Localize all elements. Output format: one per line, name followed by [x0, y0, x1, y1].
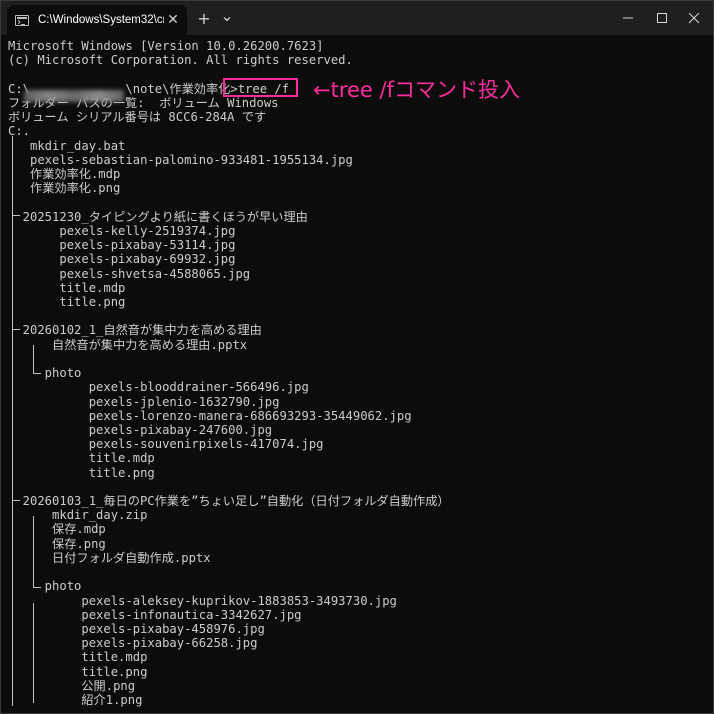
title-bar[interactable]: C:\Windows\System32\cmd.e ✕ + ⌄ — [1, 1, 713, 35]
plus-icon[interactable]: + — [193, 8, 215, 30]
terminal-line: 作業効率化.mdp — [8, 166, 121, 181]
terminal-line: pexels-infonautica-3342627.jpg — [8, 607, 302, 622]
terminal-line: 保存.png — [8, 536, 106, 551]
terminal-line: pexels-jplenio-1632790.jpg — [8, 394, 280, 409]
terminal-window: C:\Windows\System32\cmd.e ✕ + ⌄ Microsof… — [0, 0, 714, 714]
terminal-line: pexels-pixabay-66258.jpg — [8, 636, 258, 651]
terminal-line: 20260102_1_自然音が集中力を高める理由 — [8, 323, 262, 338]
terminal-line: 20260103_1_毎日のPC作業を”ちょい足し”自動化（日付フォルダ自動作成… — [8, 494, 450, 509]
close-icon[interactable]: ✕ — [165, 12, 181, 28]
terminal-line: C:. — [8, 124, 31, 139]
annotation-text: ←tree /fコマンド投入 — [313, 78, 520, 102]
terminal-line: title.mdp — [8, 280, 126, 295]
tab-cmd[interactable]: C:\Windows\System32\cmd.e ✕ — [7, 5, 187, 35]
terminal-line: 作業効率化.png — [8, 181, 121, 196]
terminal-line: photo — [8, 579, 82, 594]
command-highlight-box — [223, 78, 298, 97]
terminal-icon — [15, 14, 29, 26]
window-close-icon[interactable] — [673, 1, 713, 35]
terminal-line: pexels-aleksey-kuprikov-1883853-3493730.… — [8, 593, 397, 608]
terminal-line: pexels-kelly-2519374.jpg — [8, 223, 236, 238]
terminal-line: pexels-pixabay-458976.jpg — [8, 622, 265, 637]
terminal-line: 保存.mdp — [8, 522, 106, 537]
terminal-line: title.png — [8, 294, 126, 309]
terminal-line: title.mdp — [8, 451, 155, 466]
terminal-line: mkdir_day.bat — [8, 138, 126, 153]
terminal-line: title.mdp — [8, 650, 148, 665]
terminal-line: photo — [8, 366, 82, 381]
terminal-line: 日付フォルダ自動作成.pptx — [8, 550, 211, 565]
terminal-output[interactable]: Microsoft Windows [Version 10.0.26200.76… — [1, 35, 713, 713]
terminal-line: 紹介1.png — [8, 693, 143, 708]
terminal-line: pexels-blooddrainer-566496.jpg — [8, 380, 309, 395]
terminal-line: pexels-pixabay-53114.jpg — [8, 238, 236, 253]
terminal-line: 公開.png — [8, 678, 136, 693]
terminal-line: title.png — [8, 465, 155, 480]
terminal-line: Microsoft Windows [Version 10.0.26200.76… — [8, 39, 324, 53]
terminal-line: pexels-pixabay-247600.jpg — [8, 422, 273, 437]
terminal-line: mkdir_day.zip — [8, 508, 148, 523]
terminal-line: ボリューム シリアル番号は 8CC6-284A です — [8, 110, 267, 125]
terminal-line: title.png — [8, 664, 148, 679]
redacted-username — [24, 90, 124, 102]
terminal-line: pexels-shvetsa-4588065.jpg — [8, 266, 251, 281]
terminal-line: pexels-souvenirpixels-417074.jpg — [8, 437, 324, 452]
tab-title: C:\Windows\System32\cmd.e — [38, 14, 164, 26]
terminal-line: pexels-pixabay-69932.jpg — [8, 252, 236, 267]
terminal-line: 20251230_タイピングより紙に書くほうが早い理由 — [8, 209, 308, 224]
terminal-line: (c) Microsoft Corporation. All rights re… — [8, 53, 353, 68]
terminal-line: pexels-sebastian-palomino-933481-1955134… — [8, 152, 353, 167]
terminal-line: pexels-lorenzo-manera-686693293-35449062… — [8, 408, 412, 423]
chevron-down-icon[interactable]: ⌄ — [216, 5, 238, 27]
terminal-line: 自然音が集中力を高める理由.pptx — [8, 337, 248, 352]
